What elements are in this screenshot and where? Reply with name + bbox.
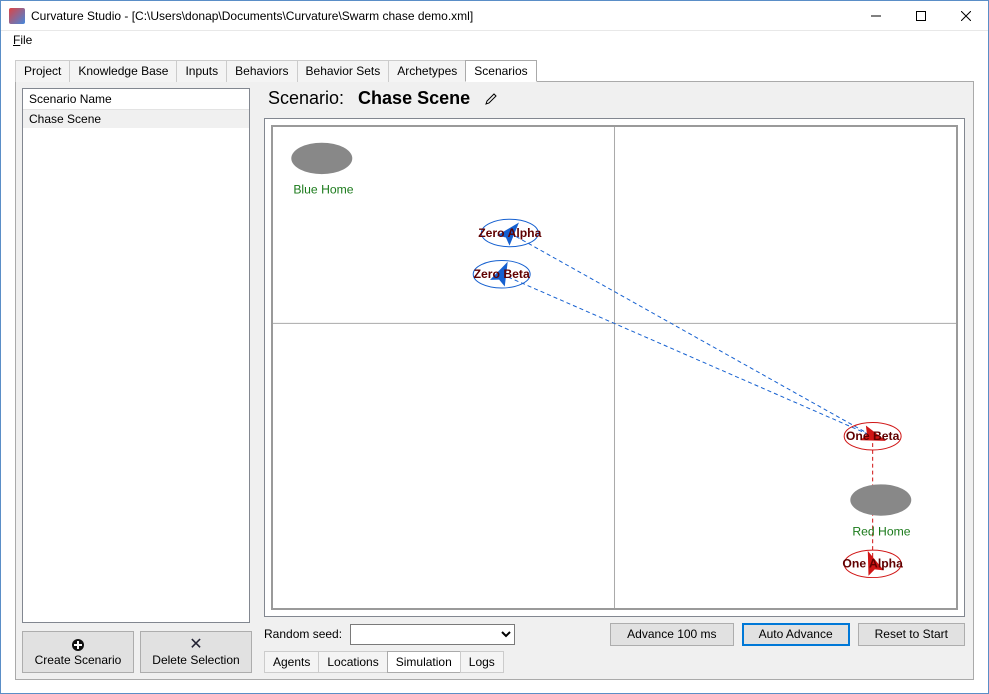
bottom-tabs: AgentsLocationsSimulationLogs (264, 651, 503, 673)
btab-agents[interactable]: Agents (264, 651, 319, 673)
auto-advance-button[interactable]: Auto Advance (742, 623, 850, 646)
random-seed-select[interactable] (350, 624, 515, 645)
scenario-row[interactable]: Chase Scene (23, 110, 249, 128)
tab-behavior-sets[interactable]: Behavior Sets (297, 60, 390, 82)
edit-icon[interactable] (484, 92, 498, 106)
delete-selection-button[interactable]: ✕ Delete Selection (140, 631, 252, 673)
btab-simulation[interactable]: Simulation (387, 651, 461, 673)
window-title: Curvature Studio - [C:\Users\donap\Docum… (31, 9, 853, 23)
home-ellipse (291, 143, 352, 174)
tab-inputs[interactable]: Inputs (176, 60, 227, 82)
reset-button[interactable]: Reset to Start (858, 623, 965, 646)
tab-archetypes[interactable]: Archetypes (388, 60, 466, 82)
tab-project[interactable]: Project (15, 60, 70, 82)
main-tabs: ProjectKnowledge BaseInputsBehaviorsBeha… (15, 59, 974, 82)
plus-circle-icon (71, 638, 85, 652)
home-ellipse (850, 484, 911, 515)
agent-label: One Alpha (842, 557, 903, 571)
home-label: Blue Home (293, 183, 354, 197)
random-seed-label: Random seed: (264, 627, 342, 641)
scenario-list[interactable]: Scenario Name Chase Scene (22, 88, 250, 623)
scenario-name: Chase Scene (358, 88, 470, 109)
tab-knowledge-base[interactable]: Knowledge Base (69, 60, 177, 82)
create-scenario-button[interactable]: Create Scenario (22, 631, 134, 673)
menu-file[interactable]: File (7, 31, 38, 49)
btab-logs[interactable]: Logs (460, 651, 504, 673)
agent-label: Zero Alpha (478, 226, 541, 240)
create-scenario-label: Create Scenario (35, 653, 122, 667)
tab-behaviors[interactable]: Behaviors (226, 60, 297, 82)
x-icon: ✕ (189, 638, 202, 652)
delete-selection-label: Delete Selection (152, 653, 239, 667)
minimize-button[interactable] (853, 1, 898, 30)
scenario-list-header: Scenario Name (23, 89, 249, 110)
app-icon (9, 8, 25, 24)
agent-label: Zero Beta (474, 267, 531, 281)
simulation-viewport[interactable]: Blue Home Red Home Zero Alpha Zero Beta One … (264, 118, 965, 617)
maximize-button[interactable] (898, 1, 943, 30)
btab-locations[interactable]: Locations (318, 651, 387, 673)
advance-button[interactable]: Advance 100 ms (610, 623, 733, 646)
tab-scenarios[interactable]: Scenarios (465, 60, 536, 82)
agent-label: One Beta (846, 429, 900, 443)
home-label: Red Home (852, 525, 911, 539)
scenario-label: Scenario: (268, 88, 344, 109)
close-button[interactable] (943, 1, 988, 30)
